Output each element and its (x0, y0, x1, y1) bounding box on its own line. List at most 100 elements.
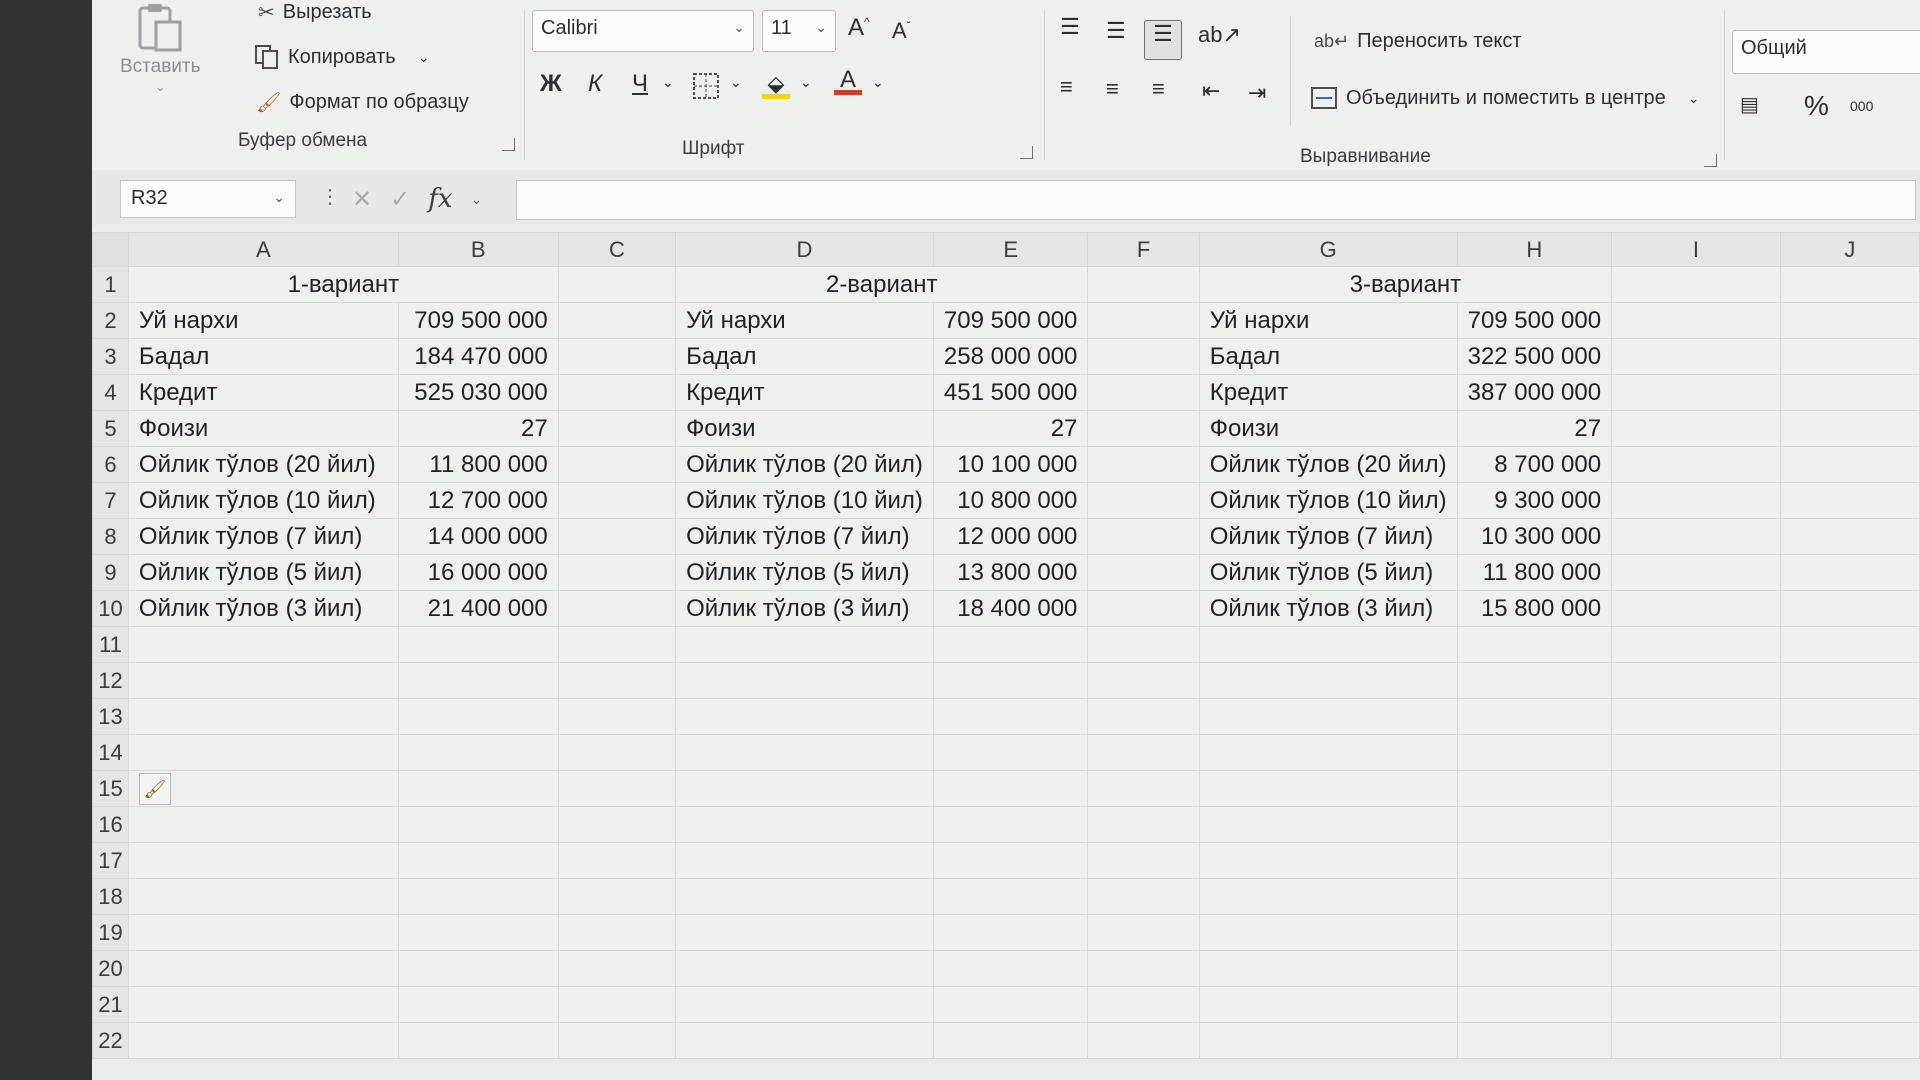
cell[interactable] (1779, 410, 1920, 447)
cell[interactable]: 🖌 (127, 770, 399, 807)
cell[interactable] (1456, 770, 1613, 807)
number-format-select[interactable]: Общий ⌄ (1732, 30, 1920, 74)
cell[interactable] (397, 698, 559, 735)
cell[interactable] (1611, 1022, 1781, 1059)
increase-indent-button[interactable]: ⇥ (1248, 80, 1266, 106)
cell[interactable] (397, 626, 559, 663)
cell[interactable] (675, 662, 934, 699)
column-header[interactable]: C (557, 232, 677, 267)
cell[interactable] (557, 446, 677, 483)
cell[interactable] (397, 986, 559, 1023)
cell[interactable]: 8 700 000 (1456, 446, 1613, 483)
cell[interactable] (557, 950, 677, 987)
cell[interactable]: 13 800 000 (932, 554, 1089, 591)
cell[interactable] (1779, 374, 1920, 411)
cell[interactable] (1456, 986, 1613, 1023)
row-header[interactable]: 17 (92, 842, 129, 879)
cell[interactable] (397, 842, 559, 879)
cell[interactable] (1198, 698, 1458, 735)
cell[interactable] (397, 770, 559, 807)
cell[interactable]: 27 (932, 410, 1089, 447)
cell[interactable] (1779, 950, 1920, 987)
cell[interactable] (127, 986, 399, 1023)
cell[interactable] (557, 734, 677, 771)
bold-button[interactable]: Ж (540, 70, 562, 98)
cell[interactable] (1198, 950, 1458, 987)
cell[interactable] (675, 986, 934, 1023)
cell[interactable] (1611, 878, 1781, 915)
row-header[interactable]: 12 (92, 662, 129, 699)
row-header[interactable]: 1 (92, 266, 129, 303)
cell[interactable] (557, 662, 677, 699)
cell[interactable] (932, 986, 1089, 1023)
dialog-launcher-icon[interactable] (1704, 154, 1717, 167)
font-name-select[interactable]: Calibri ⌄ (532, 10, 754, 52)
cell[interactable] (932, 842, 1089, 879)
cell[interactable] (1611, 914, 1781, 951)
cell[interactable]: Ойлик тўлов (5 йил) (1198, 554, 1458, 591)
cell[interactable] (1779, 518, 1920, 555)
cell[interactable] (397, 914, 559, 951)
cell[interactable] (1087, 950, 1200, 987)
cell[interactable] (1611, 590, 1781, 627)
formula-input[interactable] (516, 180, 1916, 220)
cell[interactable] (1087, 518, 1200, 555)
cell[interactable] (1779, 842, 1920, 879)
cell[interactable]: Ойлик тўлов (10 йил) (1198, 482, 1458, 519)
cell[interactable] (1198, 986, 1458, 1023)
cell[interactable] (1087, 338, 1200, 375)
fill-color-button[interactable]: ⬙ (762, 70, 790, 99)
merge-center-button[interactable]: Объединить и поместить в центре ⌄ (1310, 86, 1699, 110)
orientation-button[interactable]: ab↗ (1198, 22, 1241, 48)
cell[interactable] (397, 662, 559, 699)
cell[interactable] (1611, 806, 1781, 843)
cell[interactable] (1779, 446, 1920, 483)
cell[interactable] (675, 914, 934, 951)
row-header[interactable]: 4 (92, 374, 129, 411)
cell[interactable] (1198, 734, 1458, 771)
cell[interactable]: 2-вариант (675, 266, 1089, 303)
cell[interactable]: Ойлик тўлов (20 йил) (127, 446, 399, 483)
cell[interactable] (1779, 1022, 1920, 1059)
cell[interactable]: 12 000 000 (932, 518, 1089, 555)
cell[interactable] (932, 1022, 1089, 1059)
select-all-corner[interactable] (92, 232, 129, 267)
cell[interactable] (1087, 446, 1200, 483)
cell[interactable]: 27 (397, 410, 559, 447)
align-bottom-button[interactable]: ☰ (1144, 20, 1182, 60)
row-header[interactable]: 3 (92, 338, 129, 375)
cell[interactable]: Уй нархи (127, 302, 399, 339)
cell[interactable] (1611, 410, 1781, 447)
cell[interactable] (127, 914, 399, 951)
cell[interactable] (1611, 662, 1781, 699)
cell[interactable] (127, 626, 399, 663)
cell[interactable] (1087, 842, 1200, 879)
cell[interactable] (557, 986, 677, 1023)
cell[interactable]: 16 000 000 (397, 554, 559, 591)
cell[interactable] (1087, 626, 1200, 663)
cell[interactable] (1611, 302, 1781, 339)
cell[interactable] (557, 770, 677, 807)
column-header[interactable]: I (1611, 232, 1781, 267)
cell[interactable] (1198, 662, 1458, 699)
cell[interactable] (1611, 554, 1781, 591)
cell[interactable]: Кредит (1198, 374, 1458, 411)
cell[interactable] (127, 734, 399, 771)
cell[interactable]: Ойлик тўлов (3 йил) (1198, 590, 1458, 627)
cell[interactable]: 258 000 000 (932, 338, 1089, 375)
cell[interactable] (1611, 770, 1781, 807)
cell[interactable] (1456, 734, 1613, 771)
chevron-down-icon[interactable]: ⌄ (730, 74, 742, 91)
increase-font-size-button[interactable]: A^ (848, 14, 870, 42)
cell[interactable]: Фоизи (127, 410, 399, 447)
chevron-down-icon[interactable]: ⌄ (800, 74, 812, 91)
cell[interactable] (1611, 374, 1781, 411)
cell[interactable] (1779, 266, 1920, 303)
cell[interactable] (1087, 554, 1200, 591)
cell[interactable] (1456, 662, 1613, 699)
cell[interactable]: Ойлик тўлов (5 йил) (127, 554, 399, 591)
row-header[interactable]: 13 (92, 698, 129, 735)
cell[interactable] (932, 770, 1089, 807)
cell[interactable] (557, 914, 677, 951)
paste-button[interactable]: Вставить ⌄ (120, 2, 201, 94)
